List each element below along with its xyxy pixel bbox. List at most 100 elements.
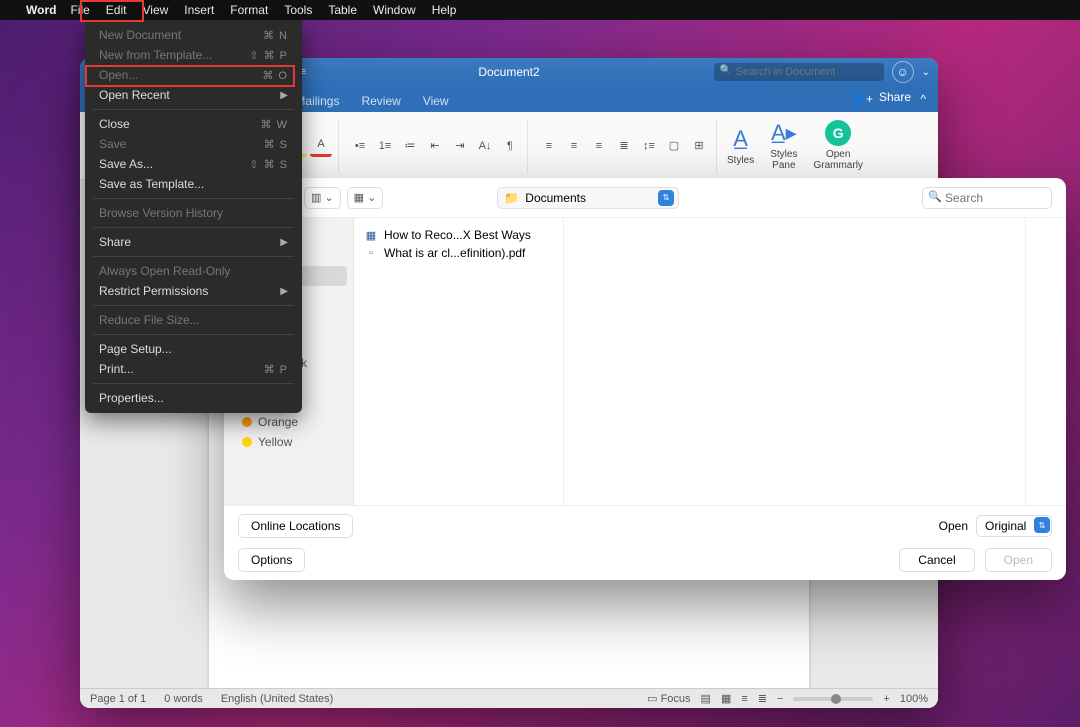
- separator: [93, 227, 294, 228]
- search-document-input[interactable]: [714, 63, 884, 81]
- file-item[interactable]: ▦How to Reco...X Best Ways: [360, 226, 557, 244]
- show-marks-icon[interactable]: ¶: [499, 135, 521, 157]
- tab-review[interactable]: Review: [361, 94, 400, 112]
- menu-edit[interactable]: Edit: [106, 3, 127, 17]
- open-button[interactable]: Open: [985, 548, 1052, 572]
- menu-restrict-permissions[interactable]: Restrict Permissions▶: [85, 281, 302, 301]
- menu-close[interactable]: Close⌘ W: [85, 114, 302, 134]
- separator: [93, 334, 294, 335]
- view-draft-icon[interactable]: ≣: [758, 692, 767, 705]
- menu-open-recent[interactable]: Open Recent▶: [85, 85, 302, 105]
- open-label: Open: [939, 519, 968, 533]
- menu-save-as[interactable]: Save As...⇧ ⌘ S: [85, 154, 302, 174]
- word-file-icon: ▦: [364, 228, 378, 242]
- view-outline-icon[interactable]: ≡: [741, 693, 747, 705]
- menu-view[interactable]: View: [142, 3, 168, 17]
- styles-pane-button[interactable]: A̲▸Styles Pane: [764, 120, 803, 171]
- status-language[interactable]: English (United States): [221, 693, 334, 705]
- sidebar-tag-yellow[interactable]: Yellow: [224, 432, 353, 452]
- view-print-icon[interactable]: ▤: [701, 692, 711, 705]
- file-item[interactable]: ▫What is ar cl...efinition).pdf: [360, 244, 557, 262]
- shading-icon[interactable]: ▢: [663, 135, 685, 157]
- app-name[interactable]: Word: [26, 3, 56, 17]
- menu-properties[interactable]: Properties...: [85, 388, 302, 408]
- finder-toolbar: ‹ › ▥ ⌄ ▦ ⌄ 📁 Documents ⇅: [224, 178, 1066, 218]
- menu-help[interactable]: Help: [432, 3, 457, 17]
- decrease-indent-icon[interactable]: ⇤: [424, 135, 446, 157]
- view-web-icon[interactable]: ▦: [721, 692, 731, 705]
- zoom-out-button[interactable]: −: [777, 693, 783, 705]
- menu-always-open-read-only[interactable]: Always Open Read-Only: [85, 261, 302, 281]
- menu-tools[interactable]: Tools: [284, 3, 312, 17]
- pdf-file-icon: ▫: [364, 246, 378, 260]
- finder-footer: Online Locations Open Original ⇅ Options…: [224, 505, 1066, 580]
- menu-save[interactable]: Save⌘ S: [85, 134, 302, 154]
- justify-icon[interactable]: ≣: [613, 135, 635, 157]
- chevron-right-icon: ▶: [280, 90, 288, 101]
- feedback-icon[interactable]: ☺: [892, 61, 914, 83]
- menu-share[interactable]: Share▶: [85, 232, 302, 252]
- cancel-button[interactable]: Cancel: [899, 548, 974, 572]
- multilevel-icon[interactable]: ≔: [399, 135, 421, 157]
- online-locations-button[interactable]: Online Locations: [238, 514, 353, 538]
- zoom-in-button[interactable]: +: [883, 693, 889, 705]
- bullets-icon[interactable]: •≡: [349, 135, 371, 157]
- menu-new-document[interactable]: New Document⌘ N: [85, 25, 302, 45]
- styles-button[interactable]: A̲Styles: [721, 126, 760, 166]
- font-color-icon[interactable]: A: [310, 135, 332, 157]
- finder-columns: ▦How to Reco...X Best Ways ▫What is ar c…: [354, 218, 1066, 505]
- align-center-icon[interactable]: ≡: [563, 135, 585, 157]
- grammarly-icon: G: [825, 120, 851, 146]
- line-spacing-icon[interactable]: ↕≡: [638, 135, 660, 157]
- tag-dot-icon: [242, 417, 252, 427]
- tab-view[interactable]: View: [423, 94, 449, 112]
- macos-menubar: Word File Edit View Insert Format Tools …: [0, 0, 1080, 20]
- chevron-down-icon[interactable]: ⌄: [922, 67, 930, 78]
- zoom-level[interactable]: 100%: [900, 693, 928, 705]
- paragraph-group: •≡ 1≡ ≔ ⇤ ⇥ A↓ ¶: [343, 119, 528, 173]
- sort-icon[interactable]: A↓: [474, 135, 496, 157]
- borders-icon[interactable]: ⊞: [688, 135, 710, 157]
- menu-open[interactable]: Open...⌘ O: [85, 65, 302, 85]
- empty-column: [1026, 218, 1066, 505]
- separator: [93, 305, 294, 306]
- status-page[interactable]: Page 1 of 1: [90, 693, 146, 705]
- menu-reduce-file-size[interactable]: Reduce File Size...: [85, 310, 302, 330]
- menu-browse-version-history[interactable]: Browse Version History: [85, 203, 302, 223]
- document-title: Document2: [478, 65, 539, 79]
- zoom-slider[interactable]: [793, 697, 873, 701]
- tag-dot-icon: [242, 437, 252, 447]
- options-button[interactable]: Options: [238, 548, 305, 572]
- menu-insert[interactable]: Insert: [184, 3, 214, 17]
- status-bar: Page 1 of 1 0 words English (United Stat…: [80, 688, 938, 708]
- menu-new-from-template[interactable]: New from Template...⇧ ⌘ P: [85, 45, 302, 65]
- group-button[interactable]: ▦ ⌄: [347, 187, 384, 209]
- grammarly-button[interactable]: GOpen Grammarly: [807, 120, 868, 171]
- separator: [93, 198, 294, 199]
- file-dropdown: New Document⌘ N New from Template...⇧ ⌘ …: [85, 20, 302, 413]
- menu-file[interactable]: File: [70, 3, 89, 17]
- location-selector[interactable]: 📁 Documents ⇅: [497, 187, 679, 209]
- tab-mailings[interactable]: Mailings: [295, 94, 339, 112]
- menu-format[interactable]: Format: [230, 3, 268, 17]
- menu-print[interactable]: Print...⌘ P: [85, 359, 302, 379]
- column-view-button[interactable]: ▥ ⌄: [304, 187, 341, 209]
- focus-mode-button[interactable]: ▭ Focus: [647, 692, 690, 705]
- finder-search-input[interactable]: [922, 187, 1052, 209]
- menu-window[interactable]: Window: [373, 3, 416, 17]
- finder-body: 📄...ti... 🖥...p 📄...ents ⬇...ads ☁...Dri…: [224, 218, 1066, 505]
- align-left-icon[interactable]: ≡: [538, 135, 560, 157]
- updown-icon: ⇅: [1034, 517, 1050, 533]
- menu-save-as-template[interactable]: Save as Template...: [85, 174, 302, 194]
- separator: [93, 256, 294, 257]
- menu-page-setup[interactable]: Page Setup...: [85, 339, 302, 359]
- numbering-icon[interactable]: 1≡: [374, 135, 396, 157]
- increase-indent-icon[interactable]: ⇥: [449, 135, 471, 157]
- align-right-icon[interactable]: ≡: [588, 135, 610, 157]
- sidebar-tag-orange[interactable]: Orange: [224, 412, 353, 432]
- location-label: Documents: [525, 191, 586, 205]
- menu-table[interactable]: Table: [328, 3, 357, 17]
- share-button[interactable]: 👤+ Share ^: [851, 90, 926, 112]
- folder-icon: 📁: [504, 191, 519, 205]
- status-words[interactable]: 0 words: [164, 693, 203, 705]
